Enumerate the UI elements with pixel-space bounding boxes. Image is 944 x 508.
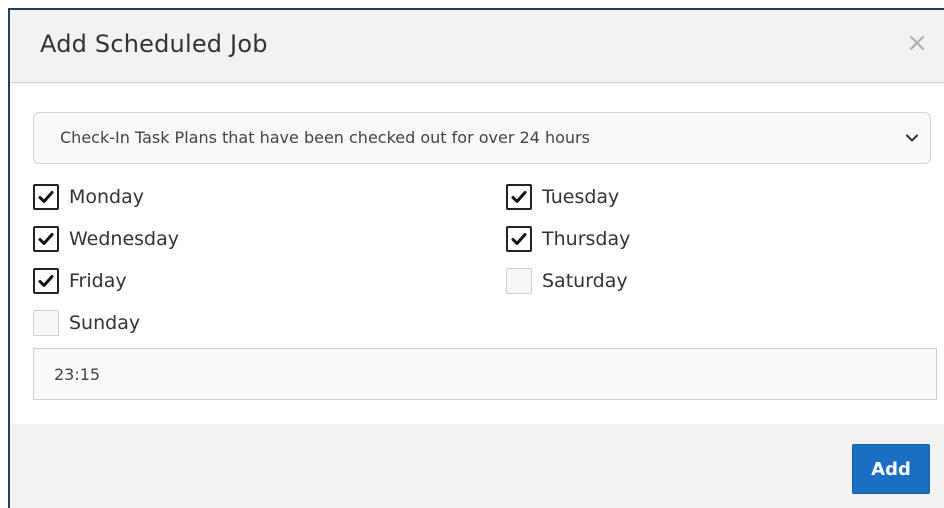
checkmark-icon bbox=[511, 191, 527, 203]
thursday-label: Thursday bbox=[542, 228, 631, 250]
add-scheduled-job-modal: Add Scheduled Job × Check-In Task Plans … bbox=[8, 8, 944, 508]
monday-checkbox[interactable] bbox=[33, 184, 59, 210]
day-checkbox-tuesday[interactable]: Tuesday bbox=[506, 183, 619, 211]
modal-footer: Add bbox=[10, 424, 944, 508]
day-checkbox-thursday[interactable]: Thursday bbox=[506, 225, 630, 253]
thursday-checkbox[interactable] bbox=[506, 226, 532, 252]
chevron-down-icon bbox=[906, 134, 918, 142]
monday-label: Monday bbox=[69, 186, 145, 208]
checkmark-icon bbox=[38, 191, 54, 203]
modal-title: Add Scheduled Job bbox=[40, 30, 268, 58]
day-checkbox-monday[interactable]: Monday bbox=[33, 183, 144, 211]
job-type-selected-value: Check-In Task Plans that have been check… bbox=[60, 128, 590, 147]
checkmark-icon bbox=[38, 233, 54, 245]
modal-header: Add Scheduled Job × bbox=[10, 10, 944, 83]
friday-checkbox[interactable] bbox=[33, 268, 59, 294]
checkmark-icon bbox=[511, 233, 527, 245]
tuesday-label: Tuesday bbox=[542, 186, 620, 208]
sunday-checkbox[interactable] bbox=[33, 310, 59, 336]
saturday-checkbox[interactable] bbox=[506, 268, 532, 294]
time-input[interactable] bbox=[33, 348, 937, 400]
day-checkbox-sunday[interactable]: Sunday bbox=[33, 309, 140, 337]
day-checkbox-friday[interactable]: Friday bbox=[33, 267, 127, 295]
saturday-label: Saturday bbox=[542, 270, 628, 292]
friday-label: Friday bbox=[69, 270, 127, 292]
close-icon: × bbox=[906, 28, 928, 58]
checkmark-icon bbox=[38, 275, 54, 287]
tuesday-checkbox[interactable] bbox=[506, 184, 532, 210]
wednesday-checkbox[interactable] bbox=[33, 226, 59, 252]
day-checkbox-saturday[interactable]: Saturday bbox=[506, 267, 628, 295]
add-button[interactable]: Add bbox=[852, 444, 930, 494]
day-checkbox-wednesday[interactable]: Wednesday bbox=[33, 225, 179, 253]
sunday-label: Sunday bbox=[69, 312, 141, 334]
job-type-select[interactable]: Check-In Task Plans that have been check… bbox=[33, 112, 931, 164]
wednesday-label: Wednesday bbox=[69, 228, 180, 250]
close-button[interactable]: × bbox=[904, 28, 930, 58]
